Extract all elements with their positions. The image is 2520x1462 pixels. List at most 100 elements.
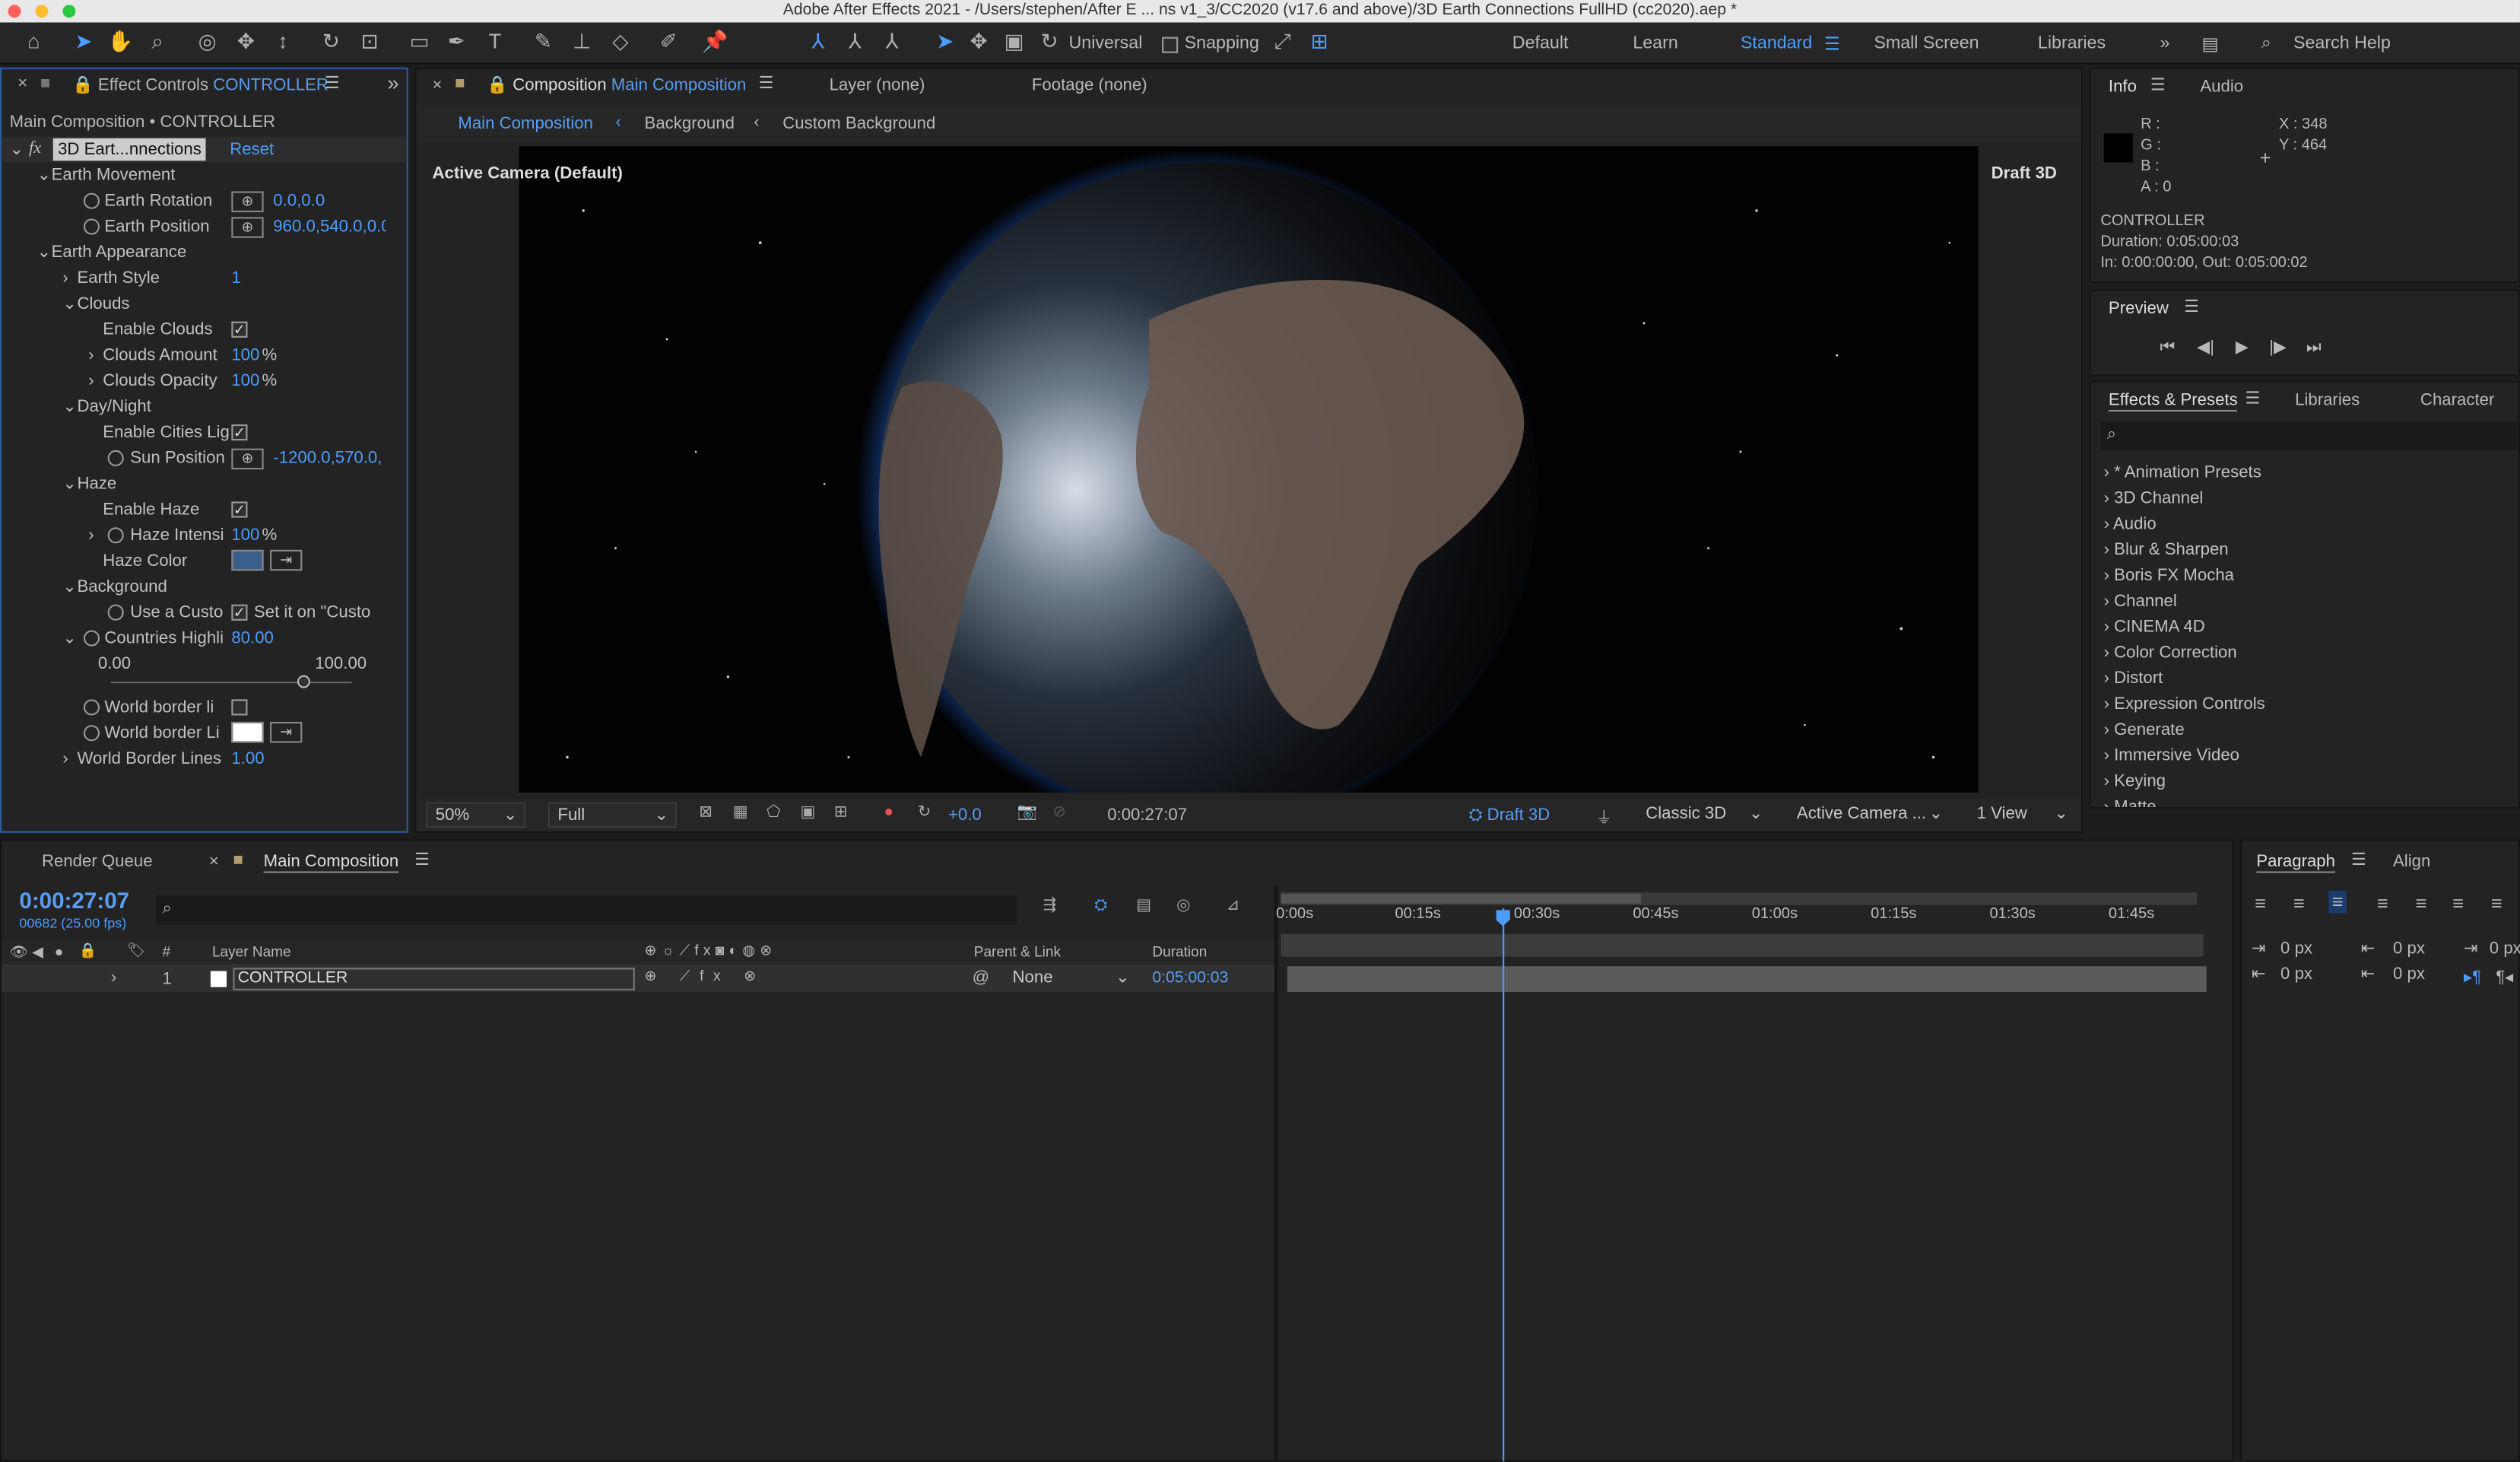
expand-arrow-icon[interactable]: › [2104,618,2115,637]
current-time-display[interactable]: 0:00:27:07 [1107,806,1187,825]
workspace-small-screen[interactable]: Small Screen [1874,33,1979,52]
stopwatch-icon[interactable] [83,218,100,235]
clone-stamp-icon[interactable]: ⊥ [567,27,596,56]
pan-camera-icon[interactable]: ✥ [231,27,260,56]
snap-target-icon[interactable]: ⊞ [1305,27,1334,56]
motion-blur-icon[interactable]: ◎ [1176,897,1190,914]
resolution-dropdown[interactable]: Full ⌄ [547,802,677,828]
universal-select-icon[interactable]: ➤ [931,27,960,56]
mask-visibility-icon[interactable]: ⬠ [766,804,780,822]
move-gizmo-icon[interactable]: ✥ [964,27,993,56]
grid-guides-icon[interactable]: ⊞ [834,804,848,822]
expand-arrow-icon[interactable]: › [2104,566,2115,585]
stopwatch-icon[interactable] [107,450,124,466]
stopwatch-icon[interactable] [83,630,100,647]
justify-center-icon[interactable]: ≡ [2416,892,2427,915]
rotate-gizmo-icon[interactable]: ↻ [1035,27,1064,56]
home-icon[interactable]: ⌂ [19,27,48,56]
local-axis-icon[interactable]: ⅄ [804,27,833,56]
world-axis-icon[interactable]: ⅄ [840,27,869,56]
visibility-icon[interactable]: 👁 [10,944,28,961]
draft-3d-toggle[interactable]: ⛭ Draft 3D [1469,806,1550,826]
align-tab[interactable]: Align [2393,852,2430,871]
haze-color-swatch[interactable] [231,549,264,571]
renderer-dropdown[interactable]: Classic 3D ⌄ [1638,803,1769,828]
stopwatch-icon[interactable] [107,604,124,621]
view-axis-icon[interactable]: ⅄ [878,27,906,56]
space-after-value[interactable]: 0 px [2393,965,2425,984]
crosshair-icon[interactable]: ⊕ [231,217,264,238]
timeline-timecode[interactable]: 0:00:27:07 [19,888,129,914]
show-snapshot-icon[interactable]: ⊘ [1052,804,1066,822]
roto-brush-icon[interactable]: ✐ [654,27,683,56]
effects-category-item[interactable]: › Color Correction [2104,643,2237,662]
character-tab[interactable]: Character [2420,391,2494,410]
use-custom-checkbox[interactable]: ✓ [231,604,248,621]
day-night-group[interactable]: ⌄ Day/Night [2,394,407,420]
effects-category-item[interactable]: › Distort [2104,669,2163,688]
crosshair-icon[interactable]: ⊕ [231,448,264,470]
indent-left-value[interactable]: 0 px [2280,939,2312,958]
minimize-window-button[interactable] [35,5,49,18]
stopwatch-icon[interactable] [107,527,124,544]
view-layout-dropdown[interactable]: 1 View ⌄ [1969,803,2074,828]
column-duration[interactable]: Duration [1152,944,1207,960]
expand-arrow-icon[interactable]: › [2104,771,2115,790]
panel-menu-icon[interactable]: ☰ [414,850,430,869]
earth-appearance-group[interactable]: ⌄ Earth Appearance [2,240,407,265]
composition-viewer[interactable] [519,146,1979,793]
effects-category-item[interactable]: › Audio [2104,514,2157,533]
expand-arrow-icon[interactable]: › [2104,514,2113,533]
justify-left-icon[interactable]: ≡ [2377,892,2388,915]
effects-category-item[interactable]: › Generate [2104,720,2185,739]
justify-right-icon[interactable]: ≡ [2452,892,2464,915]
effect-name[interactable]: 3D Eart...nnections [52,138,207,161]
background-group[interactable]: ⌄ Background [2,574,407,600]
stopwatch-icon[interactable] [83,192,100,209]
expand-arrow-icon[interactable]: › [2104,746,2115,765]
zoom-tool-icon[interactable]: ⌕ [143,27,172,56]
parent-dropdown[interactable]: None ⌄ [1005,966,1136,992]
expand-arrow-icon[interactable]: › [2104,694,2115,714]
breadcrumb-custom-background[interactable]: Custom Background [782,114,935,133]
indent-first-value[interactable]: 0 px [2490,939,2520,958]
region-of-interest-icon[interactable]: ▣ [801,804,816,822]
transparency-grid-icon[interactable]: ▦ [733,804,748,822]
workspace-menu-icon[interactable]: ☰ [1824,33,1840,54]
rotation-tool-icon[interactable]: ↻ [316,27,345,56]
enable-haze-checkbox[interactable]: ✓ [231,501,248,518]
previous-frame-icon[interactable]: ◀︎| [2197,338,2214,357]
snap-edge-icon[interactable]: ⤢ [1268,27,1297,56]
enable-cities-checkbox[interactable]: ✓ [231,424,248,441]
eraser-tool-icon[interactable]: ◇ [606,27,635,56]
layer-name[interactable]: CONTROLLER [233,968,635,990]
expand-arrow-icon[interactable]: › [2104,592,2115,611]
audio-tab[interactable]: Audio [2200,77,2243,96]
universal-label[interactable]: Universal [1068,33,1142,52]
indent-right-value[interactable]: 0 px [2280,965,2312,984]
selection-tool-icon[interactable]: ➤ [69,27,98,56]
snapping-label[interactable]: Snapping [1185,33,1259,52]
effects-category-item[interactable]: › Matte [2104,797,2157,807]
countries-slider-handle[interactable] [297,675,310,688]
type-tool-icon[interactable]: T [481,27,509,56]
more-workspaces-icon[interactable]: » [2160,33,2170,52]
panel-menu-icon[interactable]: ☰ [759,74,774,93]
expand-arrow-icon[interactable]: › [2104,643,2115,662]
haze-intensity-value[interactable]: 100 [231,523,259,548]
align-center-icon[interactable]: ≡ [2293,892,2305,915]
last-frame-icon[interactable]: ⏭ [2306,338,2322,358]
orbit-camera-icon[interactable]: ◎ [193,27,222,56]
workspace-learn[interactable]: Learn [1633,33,1677,52]
playhead-line[interactable] [1502,908,1504,1462]
audio-icon[interactable]: ◀ [32,944,43,961]
pan-behind-icon[interactable]: ⊡ [355,27,384,56]
layer-color-label[interactable] [210,971,227,987]
effects-category-item[interactable]: › * Animation Presets [2104,463,2261,482]
expand-arrow-icon[interactable]: › [2104,463,2115,482]
first-frame-icon[interactable]: ⏮ [2160,338,2176,358]
eyedropper-icon[interactable]: ⇥ [270,721,303,743]
collapse-arrow-icon[interactable]: ⌄ [10,137,24,163]
close-panel-icon[interactable]: × [433,75,443,94]
expand-arrow-icon[interactable]: › [2104,797,2115,807]
